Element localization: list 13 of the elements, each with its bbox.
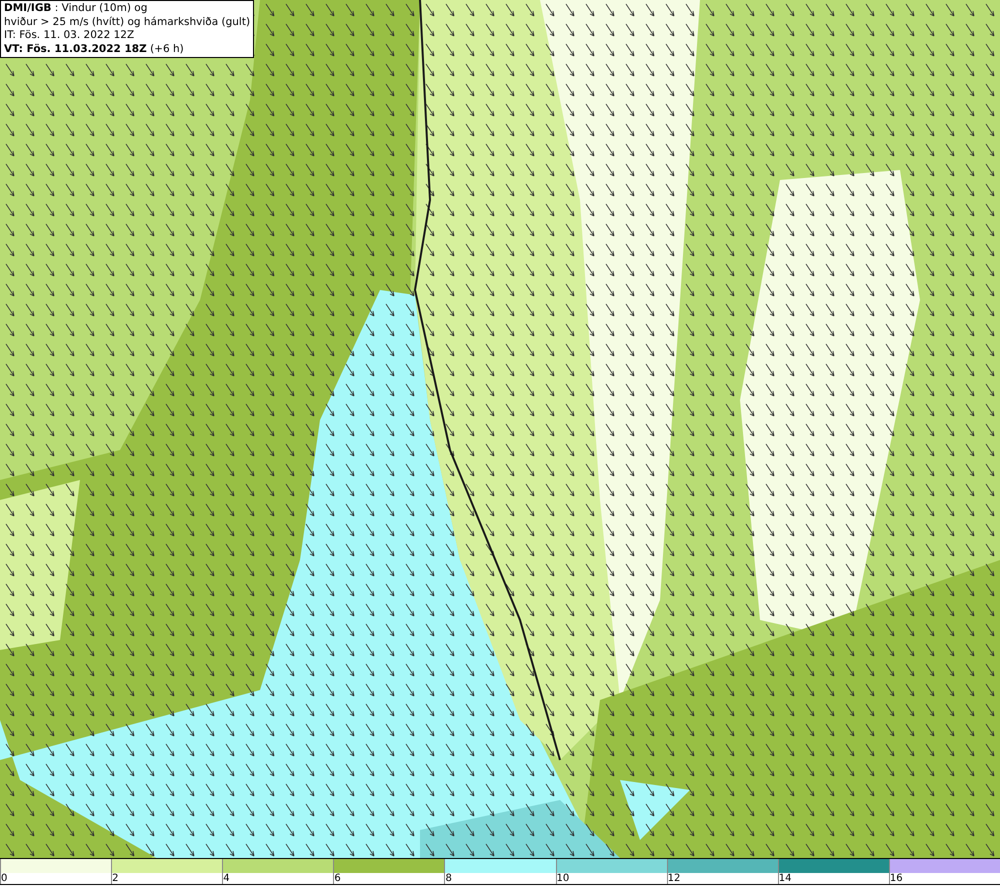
legend-label: 6 (334, 873, 341, 884)
legend-label: 16 (890, 873, 903, 884)
legend-label: 14 (778, 873, 792, 884)
legend-label: 8 (445, 873, 452, 884)
title-line: VT: Fös. 11.03.2022 18Z (+6 h) (4, 42, 185, 56)
legend-label: 4 (223, 873, 230, 884)
legend-label: 12 (668, 873, 680, 884)
legend-label: 0 (1, 873, 8, 884)
title-line: hviður > 25 m/s (hvítt) og hámarkshviða (gult) (4, 16, 250, 29)
title-line: DMI/IGB : Vindur (10m) og (4, 2, 148, 16)
legend-label: 2 (112, 873, 118, 884)
title-line: IT: Fös. 11. 03. 2022 12Z (4, 29, 136, 42)
legend-label: 10 (556, 873, 570, 884)
